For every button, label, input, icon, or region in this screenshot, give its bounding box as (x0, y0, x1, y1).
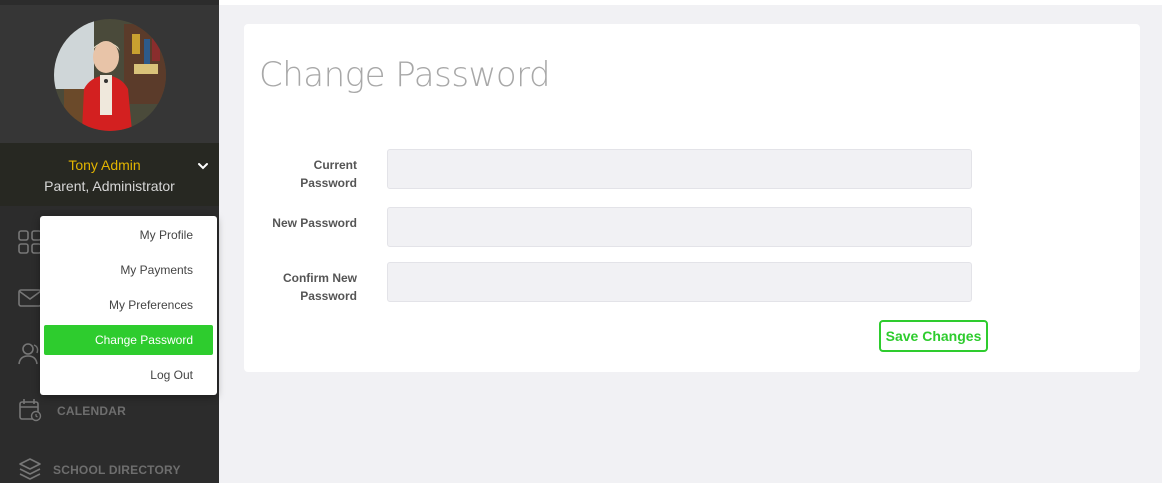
menu-item-log-out[interactable]: Log Out (44, 360, 213, 390)
page-title: Change Password (259, 55, 551, 95)
user-menu-toggle[interactable]: Tony Admin Parent, Administrator (0, 143, 219, 206)
label-line-1: Confirm New (282, 271, 357, 285)
nav-item-school-directory[interactable]: SCHOOL DIRECTORY (0, 449, 219, 483)
change-password-card: Change Password Current Password New Pas… (244, 24, 1140, 372)
menu-item-my-payments[interactable]: My Payments (44, 255, 213, 285)
label-line-1: Current (313, 158, 357, 172)
menu-item-change-password[interactable]: Change Password (44, 325, 213, 355)
confirm-password-label: Confirm New Password (244, 269, 357, 305)
avatar[interactable] (54, 19, 166, 131)
current-password-input[interactable] (387, 149, 972, 189)
menu-item-my-preferences[interactable]: My Preferences (44, 290, 213, 320)
users-icon (18, 343, 39, 365)
user-dropdown-menu: My Profile My Payments My Preferences Ch… (40, 216, 217, 395)
nav-label-calendar: CALENDAR (57, 404, 126, 418)
nav-label-school-directory: SCHOOL DIRECTORY (53, 463, 181, 477)
label-line-2: Password (300, 176, 357, 190)
nav-item-calendar[interactable]: CALENDAR (0, 390, 219, 430)
confirm-password-input[interactable] (387, 262, 972, 302)
mail-icon (18, 289, 42, 307)
avatar-photo (54, 19, 166, 131)
user-name: Tony Admin (68, 157, 141, 173)
current-password-label: Current Password (244, 156, 357, 192)
new-password-label: New Password (244, 214, 357, 232)
label-line-2: Password (300, 289, 357, 303)
label-line-1: New Password (272, 216, 357, 230)
top-bar (219, 0, 1162, 5)
layers-icon (19, 458, 41, 480)
chevron-down-icon[interactable] (196, 159, 210, 173)
calendar-icon (19, 399, 42, 422)
dashboard-grid-icon (18, 230, 42, 254)
menu-item-my-profile[interactable]: My Profile (44, 220, 213, 250)
save-changes-button[interactable]: Save Changes (879, 320, 988, 352)
avatar-area (0, 5, 219, 143)
new-password-input[interactable] (387, 207, 972, 247)
user-role: Parent, Administrator (44, 178, 175, 194)
